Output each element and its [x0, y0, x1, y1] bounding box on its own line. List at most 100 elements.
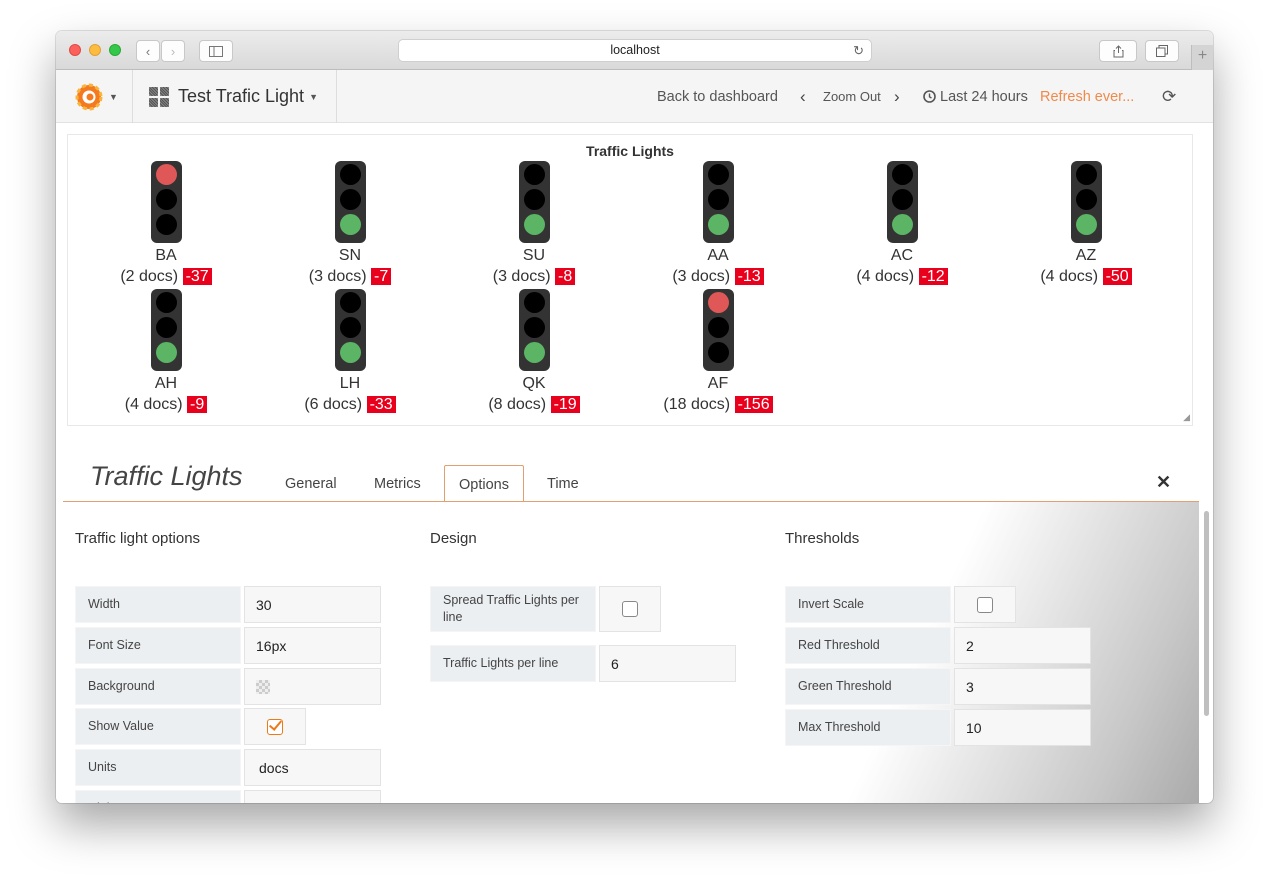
units-input[interactable]: docs [244, 749, 381, 786]
show-value-checkbox[interactable] [244, 708, 306, 745]
tab-options[interactable]: Options [444, 465, 524, 503]
traffic-light-value: (18 docs) -156 [663, 394, 773, 416]
traffic-light-options-heading: Traffic light options [75, 530, 201, 547]
traffic-light-lamp-red [155, 292, 177, 313]
per-line-row: Traffic Lights per line 6 [430, 645, 736, 682]
traffic-light-item: SU (3 docs) -8 [479, 161, 589, 288]
invert-scale-checkbox[interactable] [954, 586, 1016, 623]
green-threshold-input[interactable]: 3 [954, 668, 1091, 705]
traffic-light-lamp-yellow [155, 189, 177, 210]
spread-label: Spread Traffic Lights per line [430, 586, 596, 632]
zoom-back-icon[interactable]: ‹ [800, 70, 806, 123]
traffic-light-lamp-red [707, 292, 729, 313]
traffic-light-item: AF (18 docs) -156 [663, 289, 773, 416]
traffic-light-lamp-yellow [707, 189, 729, 210]
font-size-label: Font Size [75, 627, 241, 664]
red-threshold-input[interactable]: 2 [954, 627, 1091, 664]
sidebar-toggle-button[interactable] [199, 40, 233, 62]
minimize-window-button[interactable] [89, 44, 101, 56]
traffic-light-item: AA (3 docs) -13 [663, 161, 773, 288]
browser-window: ‹ › localhost ↻ + ▼ Test Trafic Light ▼ … [56, 31, 1213, 803]
traffic-light-lamp-red [1075, 164, 1097, 185]
font-size-input[interactable]: 16px [244, 627, 381, 664]
transparent-swatch-icon [256, 679, 270, 694]
browser-titlebar: ‹ › localhost ↻ + [56, 31, 1213, 70]
time-picker-button[interactable]: Last 24 hours [923, 70, 1028, 123]
back-to-dashboard-link[interactable]: Back to dashboard [657, 70, 778, 123]
spread-checkbox[interactable] [599, 586, 661, 632]
traffic-light-count: (8 docs) [488, 396, 547, 413]
address-bar[interactable]: localhost ↻ [398, 39, 872, 62]
traffic-light-lamp-green [155, 214, 177, 235]
caret-down-icon: ▼ [309, 91, 318, 102]
background-color-picker[interactable] [244, 668, 381, 705]
traffic-light-value: (6 docs) -33 [295, 394, 405, 416]
traffic-light-count: (4 docs) [124, 396, 183, 413]
traffic-light-value: (4 docs) -50 [1031, 266, 1141, 288]
traffic-light-lamp-green [891, 214, 913, 235]
traffic-light-name: AH [154, 375, 178, 392]
vertical-scrollbar[interactable] [1204, 511, 1209, 716]
back-button[interactable]: ‹ [136, 40, 160, 62]
tab-general[interactable]: General [271, 465, 351, 503]
traffic-light-item: QK (8 docs) -19 [479, 289, 589, 416]
caret-down-icon: ▼ [109, 91, 118, 102]
traffic-light-delta-badge: -156 [734, 396, 773, 413]
forward-button[interactable]: › [161, 40, 185, 62]
traffic-light-delta-badge: -37 [182, 268, 212, 285]
max-threshold-row: Max Threshold 10 [785, 709, 1091, 746]
traffic-light-item: AH (4 docs) -9 [111, 289, 221, 416]
traffic-light-name: AF [707, 375, 729, 392]
tab-metrics[interactable]: Metrics [360, 465, 435, 503]
refresh-interval-button[interactable]: Refresh ever... [1040, 70, 1134, 123]
options-editor: Traffic light options Width 30 Font Size… [56, 502, 1199, 803]
units-row: Units docs [75, 749, 381, 786]
refresh-icon[interactable]: ⟳ [1162, 70, 1176, 123]
background-label: Background [75, 668, 241, 705]
digits-input[interactable]: 0 [244, 790, 381, 803]
zoom-out-label: Zoom Out [823, 89, 881, 104]
zoom-out-button[interactable]: Zoom Out [823, 70, 881, 123]
traffic-light-housing [1070, 161, 1102, 243]
traffic-light-lamp-yellow [339, 189, 361, 210]
traffic-light-lamp-yellow [707, 317, 729, 338]
close-editor-icon[interactable]: ✕ [1156, 472, 1171, 493]
new-tab-button[interactable]: + [1191, 45, 1213, 70]
traffic-light-count: (3 docs) [492, 268, 551, 285]
zoom-window-button[interactable] [109, 44, 121, 56]
tabs-overview-button[interactable] [1145, 40, 1179, 62]
width-input[interactable]: 30 [244, 586, 381, 623]
traffic-light-count: (3 docs) [308, 268, 367, 285]
digits-label: Digits [75, 790, 241, 803]
resize-handle-icon[interactable]: ◢ [1183, 412, 1190, 423]
traffic-light-lamp-green [523, 342, 545, 363]
share-button[interactable] [1099, 40, 1137, 62]
dashboard-grid-icon [149, 86, 169, 107]
traffic-light-lamp-green [707, 214, 729, 235]
traffic-light-count: (6 docs) [304, 396, 363, 413]
per-line-input[interactable]: 6 [599, 645, 736, 682]
traffic-light-name: AC [890, 247, 914, 264]
invert-scale-label: Invert Scale [785, 586, 951, 623]
traffic-light-lamp-green [339, 342, 361, 363]
traffic-light-lamp-red [707, 164, 729, 185]
traffic-light-name: SN [338, 247, 362, 264]
refresh-interval-label: Refresh ever... [1040, 88, 1135, 105]
traffic-light-delta-badge: -50 [1102, 268, 1132, 285]
units-label: Units [75, 749, 241, 786]
traffic-light-lamp-red [155, 164, 177, 185]
close-window-button[interactable] [69, 44, 81, 56]
traffic-light-lamp-red [523, 164, 545, 185]
traffic-light-lamp-red [891, 164, 913, 185]
zoom-forward-icon[interactable]: › [894, 70, 900, 123]
tab-time-range[interactable]: Time range [533, 465, 598, 530]
panel-title[interactable]: Traffic Lights [68, 143, 1192, 159]
max-threshold-input[interactable]: 10 [954, 709, 1091, 746]
green-threshold-label: Green Threshold [785, 668, 951, 705]
traffic-light-lamp-yellow [523, 317, 545, 338]
traffic-lights-panel: Traffic Lights BA (2 docs) -37 SN (3 docs) … [67, 134, 1193, 426]
dashboard-picker[interactable]: Test Trafic Light ▼ [133, 70, 337, 123]
max-threshold-label: Max Threshold [785, 709, 951, 746]
grafana-menu-button[interactable]: ▼ [56, 70, 133, 123]
reload-icon[interactable]: ↻ [853, 40, 864, 61]
